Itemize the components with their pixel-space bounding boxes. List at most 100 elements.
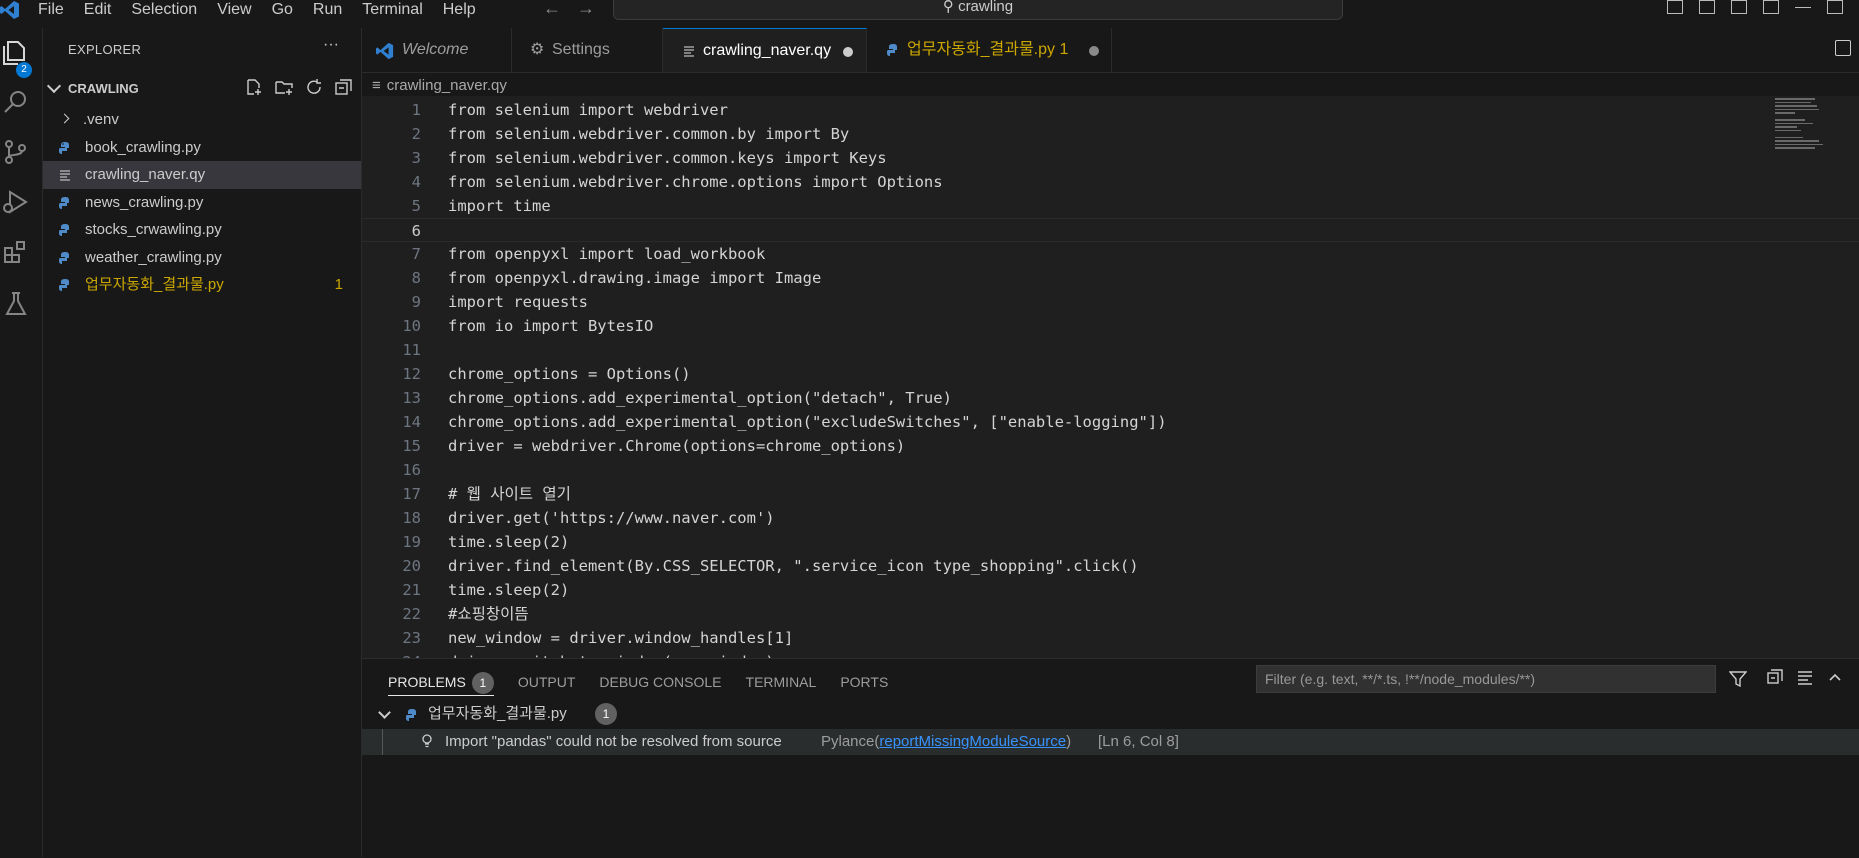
problem-code-link[interactable]: reportMissingModuleSource bbox=[879, 733, 1066, 750]
new-folder-icon[interactable] bbox=[275, 78, 293, 96]
run-debug-icon[interactable] bbox=[2, 188, 30, 216]
lightbulb-icon[interactable] bbox=[422, 734, 432, 748]
tree-item-automation-result[interactable]: 업무자동화_결과물.py 1 bbox=[43, 271, 361, 299]
extensions-icon[interactable] bbox=[2, 238, 30, 266]
unsaved-dot-icon[interactable] bbox=[1089, 46, 1099, 56]
tab-debug-console[interactable]: DEBUG CONSOLE bbox=[599, 671, 721, 695]
tab-automation-result[interactable]: 업무자동화_결과물.py 1 bbox=[867, 28, 1112, 72]
tab-settings[interactable]: ⚙ Settings bbox=[512, 28, 663, 72]
menu-file[interactable]: File bbox=[38, 1, 64, 19]
source-control-icon[interactable] bbox=[2, 138, 30, 166]
code-line-current: 6 bbox=[362, 218, 1859, 242]
command-center-search[interactable]: ⚲ crawling bbox=[613, 0, 1343, 20]
code-text: import time bbox=[448, 197, 551, 215]
tree-item-weather-crawling[interactable]: weather_crawling.py bbox=[43, 244, 361, 272]
line-number: 21 bbox=[402, 581, 421, 599]
toggle-panel-icon[interactable] bbox=[1699, 0, 1715, 14]
collapse-all-icon[interactable] bbox=[1767, 669, 1783, 685]
line-number: 22 bbox=[402, 605, 421, 623]
line-number: 20 bbox=[402, 557, 421, 575]
tab-ports[interactable]: PORTS bbox=[840, 671, 888, 695]
code-line: 5 import time bbox=[362, 194, 1859, 218]
chevron-up-icon[interactable] bbox=[1827, 669, 1843, 685]
breadcrumb[interactable]: ≡ crawling_naver.qy bbox=[372, 77, 507, 94]
code-text: chrome_options.add_experimental_option("… bbox=[448, 413, 1167, 431]
line-number: 9 bbox=[411, 293, 421, 311]
filter-funnel-icon[interactable] bbox=[1729, 671, 1747, 687]
tab-label: crawling_naver.qy bbox=[703, 42, 832, 59]
search-text: crawling bbox=[958, 0, 1014, 15]
menu-terminal[interactable]: Terminal bbox=[362, 1, 422, 19]
tree-item-venv[interactable]: .venv bbox=[43, 106, 361, 134]
python-file-icon bbox=[59, 141, 69, 154]
problems-count-badge: 1 bbox=[471, 672, 494, 694]
tab-welcome[interactable]: Welcome bbox=[362, 28, 512, 72]
layout-controls bbox=[1667, 0, 1859, 18]
tree-item-crawling-naver[interactable]: crawling_naver.qy bbox=[43, 161, 361, 189]
editor-tabs: Welcome ⚙ Settings crawling_naver.qy 업무자… bbox=[362, 28, 1859, 73]
back-arrow-icon[interactable]: ← bbox=[543, 0, 561, 18]
problem-item[interactable]: Import "pandas" could not be resolved fr… bbox=[362, 729, 1859, 755]
menu-run[interactable]: Run bbox=[313, 1, 342, 19]
restore-icon[interactable] bbox=[1827, 0, 1843, 14]
tab-problems[interactable]: PROBLEMS 1 bbox=[388, 671, 494, 696]
minimap[interactable] bbox=[1775, 98, 1823, 158]
tab-crawling-naver[interactable]: crawling_naver.qy bbox=[663, 28, 867, 72]
refresh-icon[interactable] bbox=[305, 78, 323, 96]
tree-item-book-crawling[interactable]: book_crawling.py bbox=[43, 134, 361, 162]
problem-message: Import "pandas" could not be resolved fr… bbox=[445, 733, 782, 750]
unsaved-dot-icon[interactable] bbox=[843, 47, 853, 57]
problem-file-row[interactable]: 업무자동화_결과물.py 1 bbox=[362, 701, 1859, 727]
panel-tabs: PROBLEMS 1 OUTPUT DEBUG CONSOLE TERMINAL … bbox=[388, 671, 912, 696]
chevron-down-icon bbox=[46, 78, 62, 94]
tree-item-label: .venv bbox=[83, 111, 119, 128]
split-editor-icon[interactable] bbox=[1835, 40, 1851, 56]
problem-source: Pylance(reportMissingModuleSource) bbox=[821, 729, 1071, 755]
code-editor[interactable]: 1 from selenium import webdriver 2 from se… bbox=[362, 96, 1859, 658]
more-actions-icon[interactable]: ··· bbox=[323, 36, 339, 54]
code-text: driver.find_element(By.CSS_SELECTOR, ".s… bbox=[448, 557, 1139, 575]
text-file-icon bbox=[684, 46, 694, 57]
search-icon[interactable] bbox=[2, 88, 30, 116]
customize-layout-icon[interactable] bbox=[1763, 0, 1779, 14]
explorer-badge: 2 bbox=[16, 62, 32, 78]
code-line: 8 from openpyxl.drawing.image import Imag… bbox=[362, 266, 1859, 290]
breadcrumb-file: crawling_naver.qy bbox=[386, 77, 507, 94]
toggle-secondary-sidebar-icon[interactable] bbox=[1731, 0, 1747, 14]
menu-edit[interactable]: Edit bbox=[84, 1, 112, 19]
line-number: 14 bbox=[402, 413, 421, 431]
tree-item-news-crawling[interactable]: news_crawling.py bbox=[43, 189, 361, 217]
code-line: 18 driver.get('https://www.naver.com') bbox=[362, 506, 1859, 530]
code-text: from selenium import webdriver bbox=[448, 101, 728, 119]
menu-bar: File Edit Selection View Go Run Terminal… bbox=[0, 0, 496, 20]
line-number: 24 bbox=[371, 650, 421, 658]
tab-output[interactable]: OUTPUT bbox=[518, 671, 576, 695]
activity-bar: 2 bbox=[0, 28, 43, 857]
problems-filter-input[interactable]: Filter (e.g. text, **/*.ts, !**/node_mod… bbox=[1256, 665, 1716, 693]
menu-view[interactable]: View bbox=[217, 1, 251, 19]
menu-help[interactable]: Help bbox=[443, 1, 476, 19]
forward-arrow-icon[interactable]: → bbox=[577, 0, 595, 18]
code-line: 24 driver.switch_to.window(new_window) bbox=[362, 650, 1859, 658]
new-file-icon[interactable] bbox=[245, 78, 263, 96]
workspace-folder-header[interactable]: CRAWLING bbox=[43, 78, 361, 100]
tab-terminal[interactable]: TERMINAL bbox=[746, 671, 817, 695]
collapse-all-icon[interactable] bbox=[335, 78, 353, 96]
tree-item-stocks-crawling[interactable]: stocks_crwawling.py bbox=[43, 216, 361, 244]
view-as-list-icon[interactable] bbox=[1797, 669, 1813, 685]
menu-selection[interactable]: Selection bbox=[131, 1, 197, 19]
text-file-icon bbox=[60, 170, 70, 181]
code-text: from selenium.webdriver.chrome.options i… bbox=[448, 173, 943, 191]
tree-item-label: stocks_crwawling.py bbox=[85, 221, 222, 238]
testing-flask-icon[interactable] bbox=[2, 290, 30, 318]
code-text: from openpyxl.drawing.image import Image bbox=[448, 269, 822, 287]
line-number: 13 bbox=[402, 389, 421, 407]
explorer-title: EXPLORER bbox=[68, 42, 142, 57]
code-text: chrome_options.add_experimental_option("… bbox=[448, 389, 952, 407]
toggle-sidebar-icon[interactable] bbox=[1667, 0, 1683, 14]
menu-go[interactable]: Go bbox=[272, 1, 293, 19]
minimize-icon[interactable] bbox=[1795, 0, 1811, 8]
file-tree: .venv book_crawling.py crawling_naver.qy… bbox=[43, 106, 361, 299]
title-bar: File Edit Selection View Go Run Terminal… bbox=[0, 0, 1859, 28]
code-line: 3 from selenium.webdriver.common.keys imp… bbox=[362, 146, 1859, 170]
